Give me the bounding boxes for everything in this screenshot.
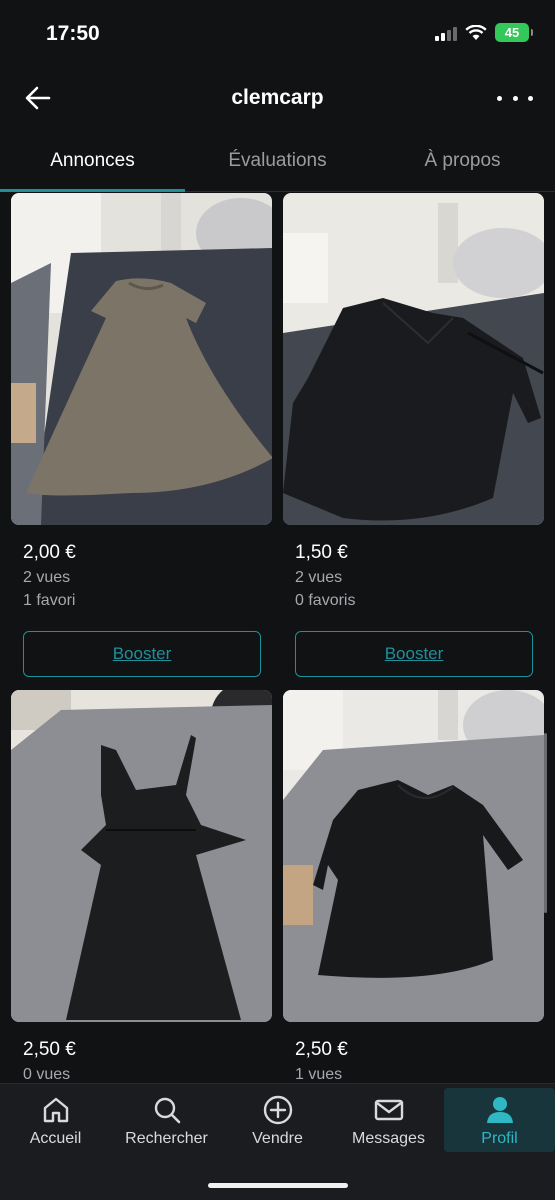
listing-favorites: 0 favoris [295,592,356,609]
listing-price: 2,50 € [23,1039,76,1060]
battery-level: 45 [504,25,520,40]
profile-tabs: Annonces Évaluations À propos [0,138,555,192]
plus-circle-icon [263,1095,292,1125]
boost-button[interactable]: Booster [23,631,261,677]
nav-messages[interactable]: Messages [333,1088,444,1152]
more-options-button[interactable] [497,85,533,111]
listing-price: 2,00 € [23,542,76,563]
tab-annonces[interactable]: Annonces [0,138,185,192]
nav-profil[interactable]: Profil [444,1088,555,1152]
nav-label: Vendre [252,1130,303,1147]
listing-photo[interactable] [11,690,272,1022]
dress-photo-image [283,690,544,1022]
nav-label: Rechercher [125,1130,208,1147]
listing-card[interactable]: 2,50 € 1 vues [283,690,544,1083]
status-bar: 17:50 45 [0,0,555,70]
listing-card[interactable]: 1,50 € 2 vues 0 favoris Booster [283,193,544,677]
search-icon [154,1097,180,1124]
listing-photo[interactable] [11,193,272,525]
nav-accueil[interactable]: Accueil [0,1088,111,1152]
nav-rechercher[interactable]: Rechercher [111,1088,222,1152]
dress-photo-image [11,193,272,525]
home-indicator [207,1183,348,1188]
cellular-signal-icon [435,25,457,41]
listing-photo[interactable] [283,690,544,1022]
nav-label: Profil [481,1130,518,1147]
listing-card[interactable]: 2,00 € 2 vues 1 favori Booster [11,193,272,677]
status-time: 17:50 [46,22,100,45]
listings-grid: 2,00 € 2 vues 1 favori Booster 1,50 € 2 … [0,193,555,1083]
boost-button[interactable]: Booster [295,631,533,677]
scrollbar[interactable] [544,733,547,913]
tab-evaluations[interactable]: Évaluations [185,138,370,191]
wifi-icon [465,24,487,40]
more-dot-icon [512,95,518,101]
mail-icon [374,1099,403,1121]
dress-photo-image [283,193,544,525]
bottom-navigation: Accueil Rechercher Vendre Messages Profi… [0,1083,555,1200]
more-dot-icon [528,95,533,101]
more-dot-icon [497,95,502,101]
listing-views: 2 vues [295,569,343,586]
listing-price: 1,50 € [295,542,348,563]
listing-favorites: 1 favori [23,592,76,609]
dress-photo-image [11,690,272,1022]
nav-label: Messages [352,1130,425,1147]
listing-views: 2 vues [23,569,71,586]
listing-views: 0 vues [23,1066,71,1083]
page-title: clemcarp [231,86,324,109]
status-icons: 45 [435,23,533,42]
nav-label: Accueil [29,1130,82,1147]
listing-price: 2,50 € [295,1039,348,1060]
tab-a-propos[interactable]: À propos [370,138,555,191]
header: clemcarp [0,70,555,126]
home-icon [43,1097,68,1123]
battery-icon: 45 [495,23,533,42]
listing-card[interactable]: 2,50 € 0 vues [11,690,272,1083]
listing-photo[interactable] [283,193,544,525]
listing-views: 1 vues [295,1066,343,1083]
nav-vendre[interactable]: Vendre [222,1088,333,1152]
person-icon [486,1097,513,1123]
